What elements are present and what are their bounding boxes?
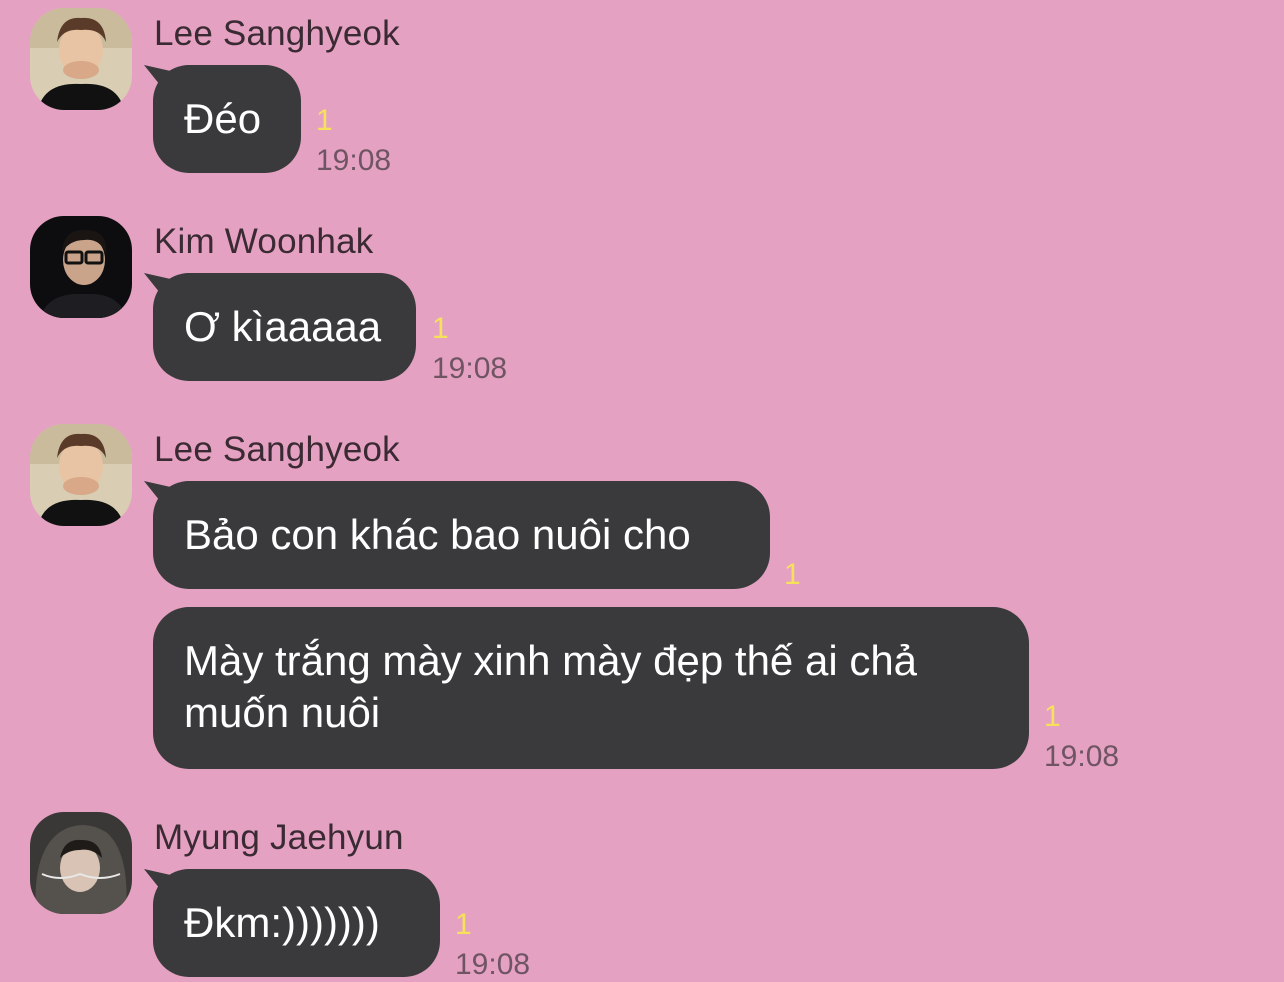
message-text: Bảo con khác bao nuôi cho [184,511,691,558]
message-bubble[interactable]: Mày trắng mày xinh mày đẹp thế ai chả mu… [153,607,1029,769]
unread-count: 1 [784,558,801,591]
message-time: 19:08 [1044,740,1120,773]
avatar-myung-jaehyun-icon [30,812,132,914]
message-text-line: Mày trắng mày xinh mày đẹp thế ai chả [184,637,918,684]
message-text-line: muốn nuôi [184,689,381,736]
unread-count: 1 [1044,700,1061,733]
message-time: 19:08 [432,352,508,385]
message-text: Đéo [184,95,262,142]
sender-name: Lee Sanghyeok [154,430,400,469]
sender-name: Lee Sanghyeok [154,14,400,53]
message-bubble[interactable]: Đéo [153,65,301,173]
unread-count: 1 [316,104,333,137]
sender-name: Myung Jaehyun [154,818,404,857]
message-text: Ơ kìaaaaa [184,303,382,350]
message-text: Đkm:))))))) [184,899,380,946]
message-bubble[interactable]: Bảo con khác bao nuôi cho [153,481,770,589]
avatar-kim-woonhak-icon [30,216,132,318]
avatar-lee-sanghyeok-icon [30,424,132,526]
avatar-lee-sanghyeok-icon [30,8,132,110]
message-time: 19:08 [316,144,392,177]
message-time: 19:08 [455,948,531,981]
avatar-lee-sanghyeok[interactable] [30,424,132,526]
unread-count: 1 [432,312,449,345]
message-bubble[interactable]: Đkm:))))))) [153,869,440,977]
message-bubble[interactable]: Ơ kìaaaaa [153,273,416,381]
avatar-myung-jaehyun[interactable] [30,812,132,914]
avatar-kim-woonhak[interactable] [30,216,132,318]
sender-name: Kim Woonhak [154,222,374,261]
avatar-lee-sanghyeok[interactable] [30,8,132,110]
unread-count: 1 [455,908,472,941]
